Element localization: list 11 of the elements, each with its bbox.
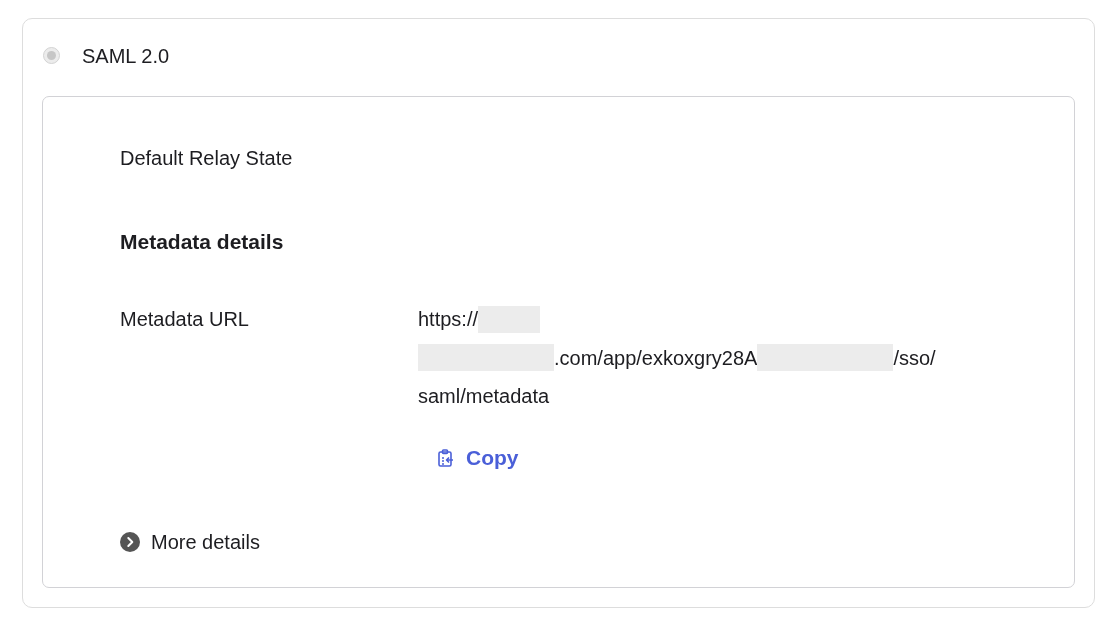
clipboard-icon <box>438 448 454 467</box>
section-heading: Metadata details <box>120 229 284 255</box>
url-text: /sso/ <box>893 345 936 371</box>
url-text: https:// <box>418 307 479 332</box>
option-label: SAML 2.0 <box>82 43 170 68</box>
copy-button[interactable]: Copy <box>430 439 527 476</box>
url-text: saml/metadata <box>418 384 550 409</box>
more-details-toggle[interactable]: More details <box>120 529 260 554</box>
field-label: Metadata URL <box>120 307 250 332</box>
field-label: Default Relay State <box>120 146 293 170</box>
url-text: .com/app/exkoxgry28A <box>554 345 758 371</box>
